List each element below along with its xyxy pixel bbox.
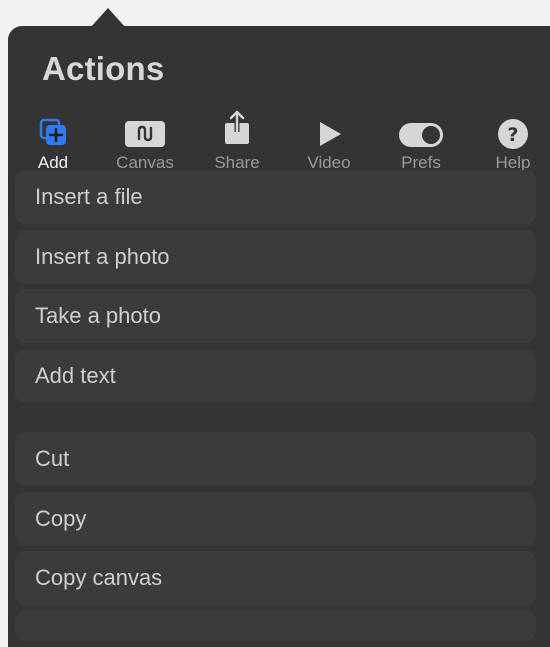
menu-item-copy[interactable]: Copy bbox=[15, 491, 536, 546]
screen: Actions Add Canvas Share Video Prefs ? H… bbox=[0, 0, 550, 647]
menu-item-take-photo[interactable]: Take a photo bbox=[15, 289, 536, 343]
menu-group-separator bbox=[15, 408, 536, 432]
add-layer-icon bbox=[18, 114, 88, 150]
menu-item-cut[interactable]: Cut bbox=[15, 432, 536, 486]
menu-item-label: Cut bbox=[35, 446, 70, 471]
menu-item-label: Add text bbox=[35, 362, 116, 388]
svg-text:?: ? bbox=[507, 124, 518, 146]
play-icon bbox=[294, 114, 364, 150]
menu-item-copy-canvas[interactable]: Copy canvas bbox=[15, 551, 536, 605]
actions-menu: Insert a file Insert a photo Take a phot… bbox=[15, 170, 536, 641]
menu-item-label: Copy canvas bbox=[35, 565, 163, 590]
menu-item-insert-file[interactable]: Insert a file bbox=[15, 170, 536, 224]
menu-item-label: Insert a file bbox=[35, 184, 143, 209]
popover-arrow bbox=[90, 8, 126, 28]
panel-title: Actions bbox=[42, 50, 165, 87]
menu-item-insert-photo[interactable]: Insert a photo bbox=[15, 229, 536, 284]
menu-item-label: Insert a photo bbox=[35, 243, 170, 269]
help-icon: ? bbox=[478, 114, 548, 150]
menu-item-label: Copy bbox=[35, 505, 87, 531]
menu-item-next[interactable] bbox=[15, 610, 536, 641]
menu-item-label: Take a photo bbox=[35, 303, 161, 328]
canvas-icon bbox=[110, 114, 180, 150]
toggle-icon bbox=[386, 114, 456, 150]
menu-item-add-text[interactable]: Add text bbox=[15, 348, 536, 403]
share-icon bbox=[202, 110, 272, 150]
